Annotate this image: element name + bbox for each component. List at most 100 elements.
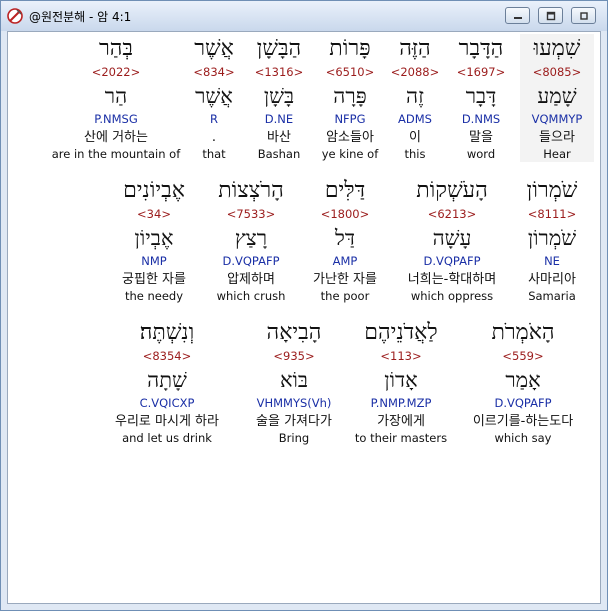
english-gloss: Bring	[278, 431, 310, 445]
korean-gloss: 들으라	[539, 130, 575, 145]
word-venishteh[interactable]: וְנִשְׁתֶּה׃ <8354> שָׁתָה C.VQICXP 우리로 …	[96, 318, 238, 446]
strong-number[interactable]: <935>	[234, 348, 354, 365]
strong-number[interactable]: <834>	[188, 64, 240, 81]
strong-number[interactable]: <6213>	[392, 206, 512, 223]
english-gloss: the poor	[320, 289, 370, 303]
parse-code: R	[210, 112, 218, 126]
strong-number[interactable]: <2022>	[48, 64, 184, 81]
hebrew-lemma: אָדוֹן	[384, 368, 418, 392]
hebrew-word: הַזֶּה	[399, 36, 431, 61]
english-gloss: this	[404, 147, 426, 161]
word-haviah[interactable]: הָבִיאָה <935> בּוֹא VHMMYS(Vh) 술을 가져다가 …	[234, 318, 354, 446]
strong-number[interactable]: <2088>	[386, 64, 444, 81]
hebrew-word: הָרֹצְצוֹת	[218, 178, 284, 203]
parse-code: D.VQPAFP	[494, 396, 552, 410]
word-haroztsot[interactable]: הָרֹצְצוֹת <7533> רָצַץ D.VQPAFP 압제하며 wh…	[204, 176, 298, 304]
korean-gloss: 술을 가져다가	[256, 414, 332, 429]
strong-number[interactable]: <559>	[464, 348, 582, 365]
strong-number[interactable]: <1316>	[248, 64, 310, 81]
close-button[interactable]	[571, 7, 596, 24]
korean-gloss: 산에 거하는	[84, 130, 148, 145]
english-gloss: which crush	[216, 289, 286, 303]
hebrew-lemma: בָּשָׁן	[263, 84, 295, 108]
english-gloss: which oppress	[410, 289, 494, 303]
interlinear-panel[interactable]: שִׁמְעוּ <8085> שָׁמַע VQMMYP 들으라 Hear ה…	[7, 31, 601, 604]
strong-number[interactable]: <113>	[346, 348, 456, 365]
word-shomron[interactable]: שֹׁמְרוֹן <8111> שֹׁמְרוֹן NE 사마리아 Samar…	[514, 176, 590, 304]
korean-gloss: 이르기를-하는도다	[472, 414, 574, 429]
english-gloss: that	[202, 147, 226, 161]
english-gloss: are in the mountain of	[51, 147, 181, 161]
window-title: @원전분해 - 암 4:1	[29, 10, 132, 24]
hebrew-word: הָעֹשְׁקוֹת	[416, 178, 488, 203]
parse-code: D.VQPAFP	[222, 254, 280, 268]
parse-code: ADMS	[398, 112, 432, 126]
hebrew-lemma: אֶבְיוֹן	[134, 226, 174, 250]
hebrew-word: שֹׁמְרוֹן	[526, 178, 578, 203]
parse-code: NE	[544, 254, 560, 268]
hebrew-lemma: דַּל	[335, 226, 355, 250]
word-habbashan[interactable]: הַבָּשָׁן <1316> בָּשָׁן D.NE 바산 Bashan	[248, 34, 310, 162]
korean-gloss: 이	[409, 130, 421, 145]
hebrew-word: וְנִשְׁתֶּה׃	[139, 320, 195, 345]
word-haddavar[interactable]: הַדָּבָר <1697> דָּבָר D.NMS 말을 word	[448, 34, 514, 162]
parse-code: D.NMS	[461, 112, 501, 126]
strong-number[interactable]: <1697>	[448, 64, 514, 81]
hebrew-lemma: עָשָׁה	[432, 226, 472, 250]
strong-number[interactable]: <34>	[108, 206, 200, 223]
korean-gloss: .	[211, 130, 217, 145]
word-ladoneihem[interactable]: לַאֲדֹנֵיהֶם <113> אָדוֹן P.NMP.MZP 가장에게…	[346, 318, 456, 446]
english-gloss: word	[466, 147, 496, 161]
word-shim-u[interactable]: שִׁמְעוּ <8085> שָׁמַע VQMMYP 들으라 Hear	[520, 34, 594, 162]
hebrew-word: הָבִיאָה	[266, 320, 322, 345]
strong-number[interactable]: <1800>	[300, 206, 390, 223]
minimize-button[interactable]	[505, 7, 530, 24]
parse-code: NFPG	[334, 112, 366, 126]
hebrew-lemma: רָצַץ	[234, 226, 268, 250]
hebrew-lemma: בּוֹא	[279, 368, 309, 392]
english-gloss: ye kine of	[321, 147, 379, 161]
english-gloss: to their masters	[354, 431, 448, 445]
hebrew-word: בְּהַר	[98, 36, 134, 61]
word-haomrot[interactable]: הָאֹמְרֹת <559> אָמַר D.VQPAFP 이르기를-하는도다…	[464, 318, 582, 446]
english-gloss: Samaria	[528, 289, 576, 303]
title-bar[interactable]: @원전분해 - 암 4:1	[1, 1, 607, 31]
hebrew-lemma: אֲשֶׁר	[195, 84, 233, 108]
hebrew-lemma: פָּרָה	[333, 84, 367, 108]
parse-code: AMP	[332, 254, 358, 268]
english-gloss: Hear	[543, 147, 571, 161]
korean-gloss: 사마리아	[528, 272, 576, 287]
parse-code: P.NMP.MZP	[370, 396, 432, 410]
strong-number[interactable]: <8085>	[520, 64, 594, 81]
word-evyonim[interactable]: אֶבְיוֹנִים <34> אֶבְיוֹן NMP 궁핍한 자를 the…	[108, 176, 200, 304]
korean-gloss: 우리로 마시게 하라	[115, 414, 219, 429]
hebrew-word: שִׁמְעוּ	[533, 36, 581, 61]
word-hazzeh[interactable]: הַזֶּה <2088> זֶה ADMS 이 this	[386, 34, 444, 162]
word-behar[interactable]: בְּהַר <2022> הַר P.NMSG 산에 거하는 are in t…	[48, 34, 184, 162]
strong-number[interactable]: <7533>	[204, 206, 298, 223]
word-parot[interactable]: פָּרוֹת <6510> פָּרָה NFPG 암소들아 ye kine …	[314, 34, 386, 162]
hebrew-word: אֲשֶׁר	[194, 36, 234, 61]
strong-number[interactable]: <8354>	[96, 348, 238, 365]
hebrew-word: דַּלִּים	[324, 178, 366, 203]
korean-gloss: 말을	[469, 130, 493, 145]
word-dallim[interactable]: דַּלִּים <1800> דַּל AMP 가난한 자를 the poor	[300, 176, 390, 304]
strong-number[interactable]: <8111>	[514, 206, 590, 223]
parse-code: D.NE	[264, 112, 294, 126]
english-gloss: Bashan	[257, 147, 301, 161]
strong-number[interactable]: <6510>	[314, 64, 386, 81]
korean-gloss: 암소들아	[326, 130, 374, 145]
app-icon	[7, 8, 23, 24]
parse-code: C.VQICXP	[139, 396, 195, 410]
close-icon	[579, 11, 588, 20]
korean-gloss: 가장에게	[377, 414, 425, 429]
english-gloss: which say	[494, 431, 552, 445]
word-asher[interactable]: אֲשֶׁר <834> אֲשֶׁר R . that	[188, 34, 240, 162]
english-gloss: and let us drink	[122, 431, 212, 445]
korean-gloss: 가난한 자를	[313, 272, 377, 287]
word-haoshqot[interactable]: הָעֹשְׁקוֹת <6213> עָשָׁה D.VQPAFP 너희는-학…	[392, 176, 512, 304]
maximize-button[interactable]	[538, 7, 563, 24]
korean-gloss: 바산	[267, 130, 291, 145]
hebrew-lemma: הַר	[104, 84, 128, 108]
parse-code: P.NMSG	[94, 112, 138, 126]
